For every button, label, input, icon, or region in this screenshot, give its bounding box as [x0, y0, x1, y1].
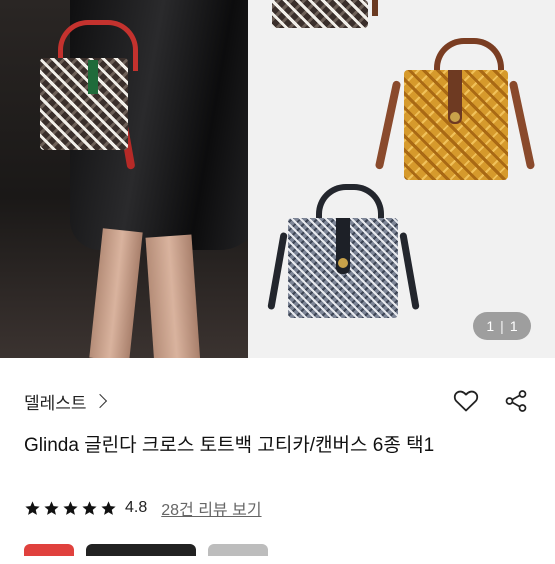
model-leg: [145, 234, 201, 358]
like-button[interactable]: [451, 386, 481, 416]
store-name-link[interactable]: 델레스트: [24, 389, 87, 414]
product-title: Glinda 글린다 크로스 토트백 고티카/캔버스 6종 택1: [24, 435, 435, 456]
share-icon: [505, 390, 527, 412]
current-page: 1: [486, 318, 495, 334]
rating-value: 4.8: [125, 499, 148, 516]
gallery-page-counter: 1 | 1: [473, 312, 531, 340]
star-icon: [25, 500, 40, 515]
share-button[interactable]: [501, 386, 531, 416]
star-icon: [63, 500, 78, 515]
chevron-right-icon[interactable]: [92, 393, 107, 409]
rating-row: 4.8 28건 리뷰 보기: [24, 496, 262, 520]
price-peek: [86, 544, 196, 556]
star-icon: [82, 500, 97, 515]
total-pages: 1: [509, 318, 518, 334]
bag-strap: [399, 231, 420, 311]
discount-rate-peek: [24, 544, 74, 556]
bag-clasp: [338, 258, 348, 268]
action-icons: [451, 386, 531, 416]
bag-clasp: [450, 112, 460, 122]
bag-tab: [88, 60, 98, 94]
model-with-bag-photo[interactable]: [0, 0, 248, 358]
counter-separator: |: [500, 318, 504, 334]
heart-icon: [453, 390, 479, 412]
rating-stars: [24, 500, 117, 517]
original-price-peek: [208, 544, 268, 556]
bag-strap: [508, 80, 536, 170]
star-icon: [101, 500, 116, 515]
store-row: 델레스트: [24, 386, 531, 416]
bag-strap: [374, 80, 402, 170]
price-row-peek: [24, 544, 268, 564]
bag-body: [272, 0, 368, 28]
product-image-gallery[interactable]: 1 | 1: [0, 0, 555, 358]
bag-body: [40, 58, 128, 150]
product-bags-photo[interactable]: [248, 0, 555, 358]
star-icon: [44, 500, 59, 515]
reviews-link[interactable]: 28건 리뷰 보기: [161, 496, 261, 520]
bag-strap: [267, 231, 288, 311]
